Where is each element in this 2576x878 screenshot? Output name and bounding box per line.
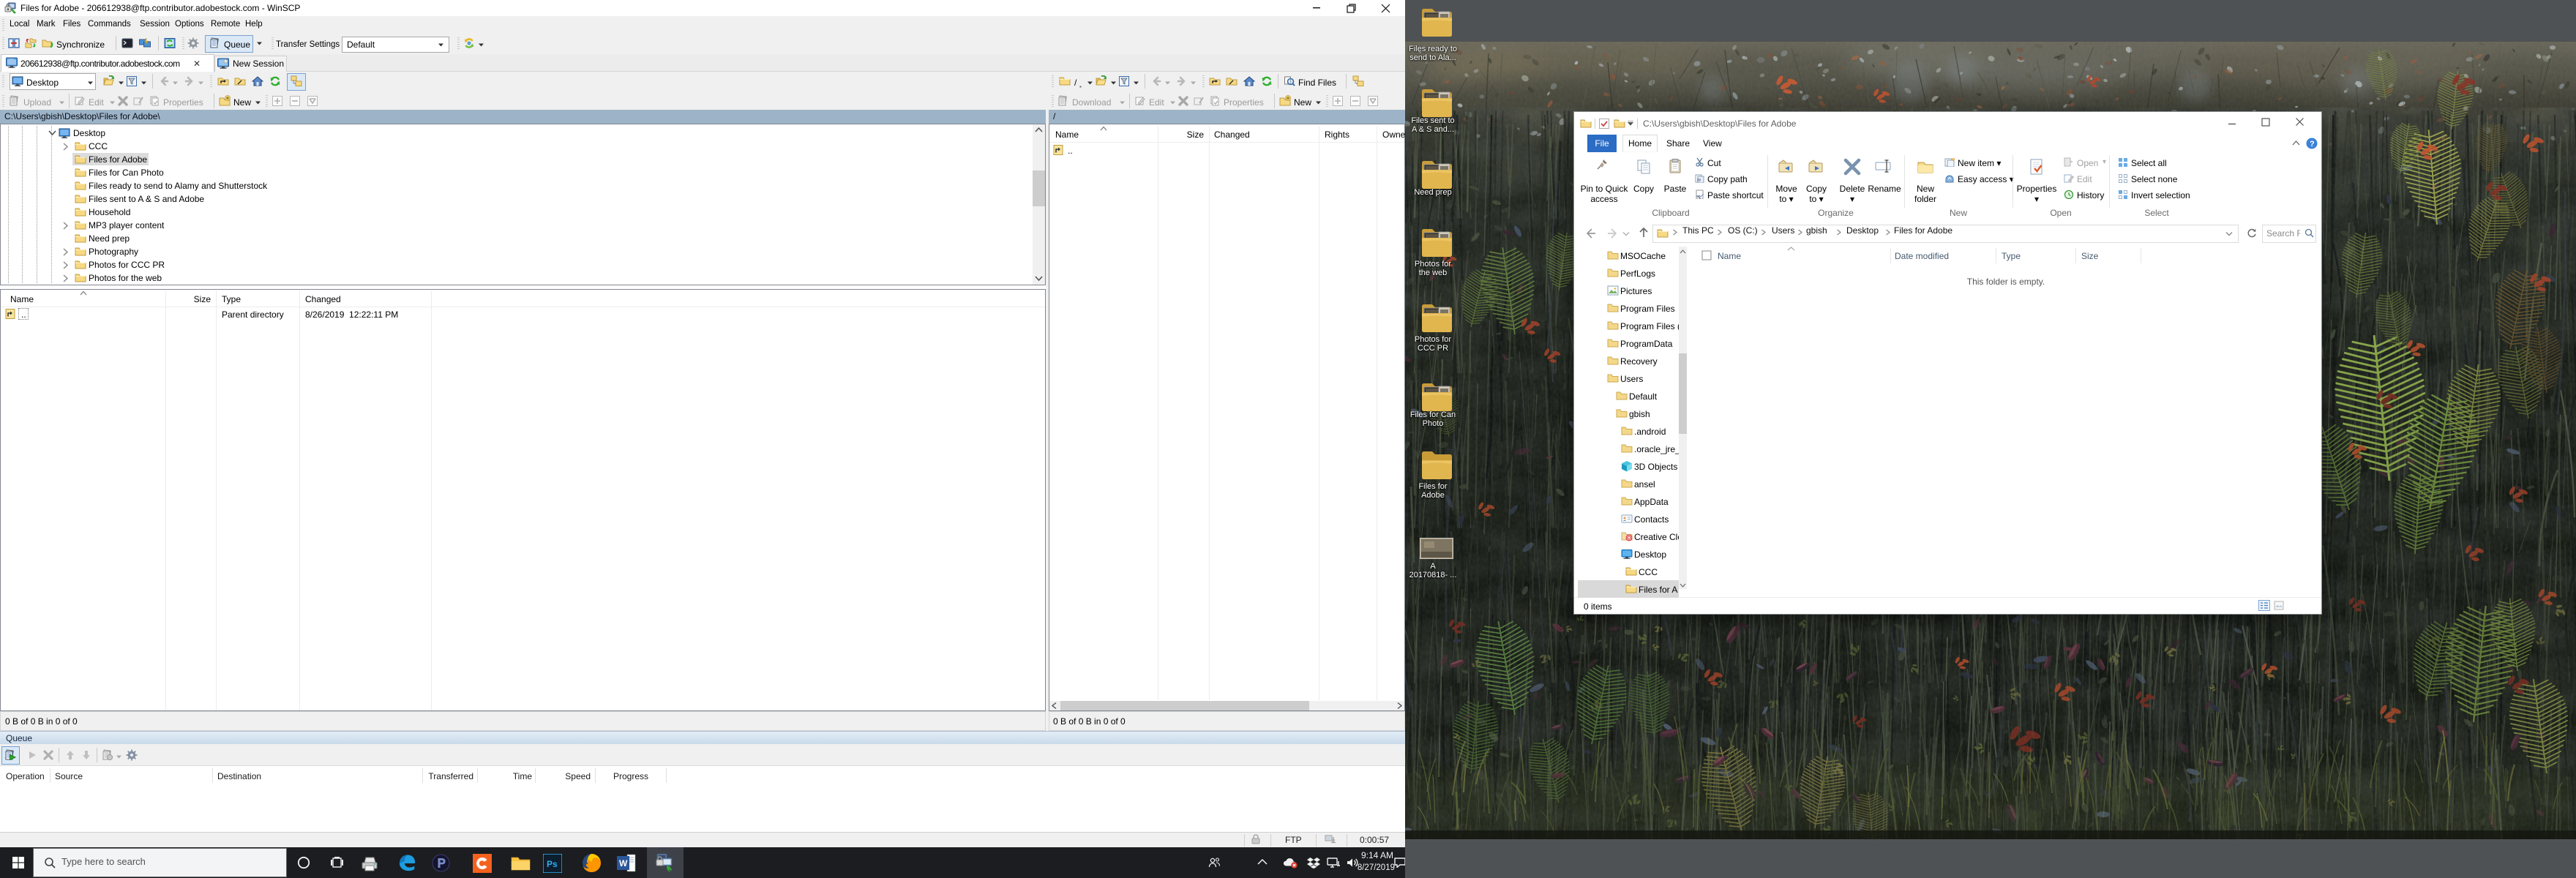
svg-text:?: ? [2310,140,2315,149]
svg-text:w: w [1696,178,1701,183]
svg-text:W: W [619,858,628,868]
svg-text:Ps: Ps [547,859,558,869]
